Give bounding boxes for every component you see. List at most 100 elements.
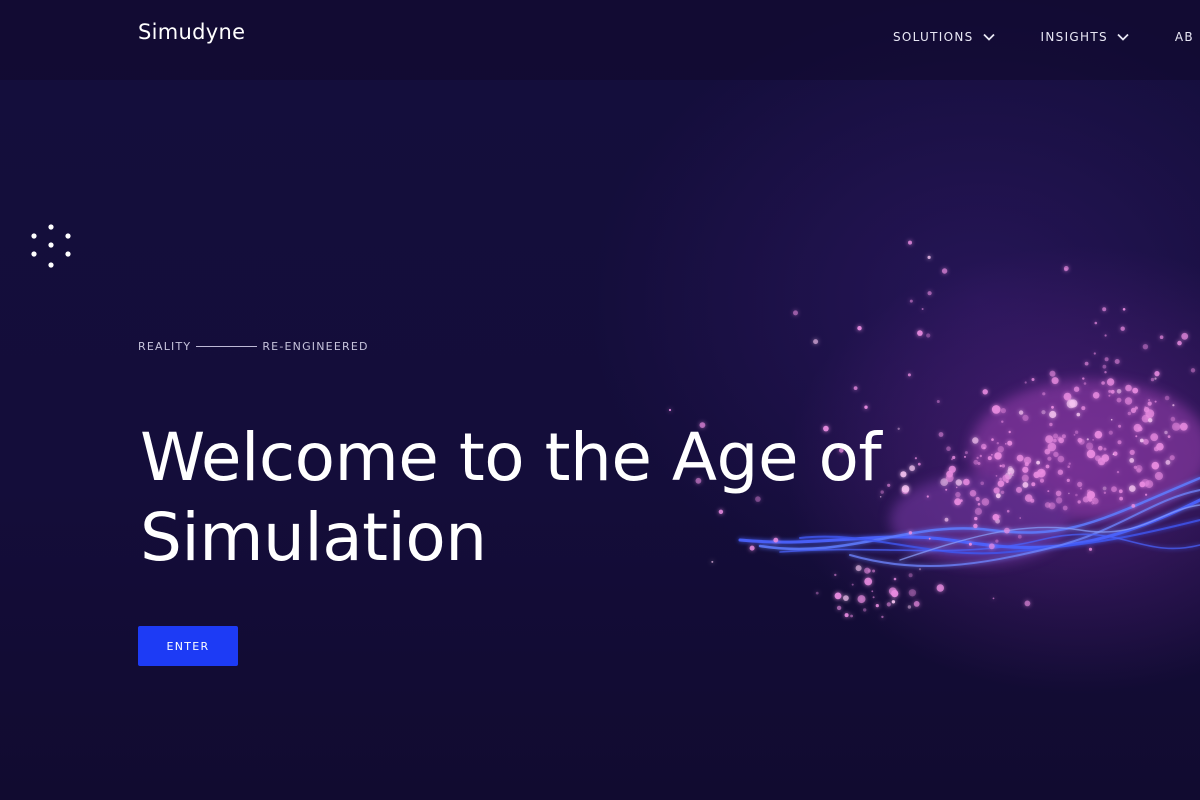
particle-dot bbox=[968, 542, 972, 546]
particle-dot bbox=[1082, 496, 1089, 503]
particle-dot bbox=[1145, 493, 1148, 496]
particle-dot bbox=[1044, 448, 1051, 455]
particle-dot bbox=[917, 330, 923, 336]
particle-dot bbox=[1018, 410, 1024, 415]
hero-tagline: REALITY RE-ENGINEERED bbox=[138, 340, 369, 353]
particle-dot bbox=[1131, 504, 1136, 508]
particle-dot bbox=[1000, 490, 1005, 494]
particle-dot bbox=[991, 438, 994, 441]
particle-dot bbox=[909, 299, 913, 303]
particle-dot bbox=[1088, 547, 1093, 551]
particle-dot bbox=[1017, 534, 1022, 539]
nav-item-solutions[interactable]: SOLUTIONS bbox=[893, 30, 995, 44]
particle-dot bbox=[1093, 352, 1096, 355]
particle-dot bbox=[1154, 400, 1157, 403]
particle-dot bbox=[1042, 392, 1046, 396]
particle-dot bbox=[1116, 470, 1120, 474]
particle-dot bbox=[1150, 377, 1155, 382]
particle-dot bbox=[1002, 474, 1010, 482]
particle-dot bbox=[1055, 497, 1063, 504]
particle-dot bbox=[893, 577, 897, 581]
particle-dot bbox=[908, 240, 912, 245]
particle-dot bbox=[976, 456, 979, 460]
particle-dot bbox=[1092, 392, 1100, 399]
particle-dot bbox=[1122, 308, 1126, 311]
particle-dot bbox=[1101, 381, 1105, 385]
particle-dot bbox=[1084, 361, 1089, 366]
particle-dot bbox=[1179, 422, 1188, 431]
particle-dot bbox=[1129, 458, 1135, 463]
tagline-right: RE-ENGINEERED bbox=[262, 340, 369, 353]
particle-dot bbox=[964, 451, 968, 455]
particle-dot bbox=[1116, 389, 1122, 394]
particle-dot bbox=[1053, 433, 1059, 439]
particle-dot bbox=[908, 589, 917, 597]
particle-dot bbox=[1066, 399, 1076, 409]
particle-dot bbox=[793, 310, 798, 316]
nav-item-about[interactable]: AB bbox=[1175, 30, 1194, 44]
particle-dot bbox=[1053, 438, 1057, 443]
particle-dot bbox=[1001, 464, 1006, 468]
particle-dot bbox=[1004, 527, 1010, 534]
particle-dot bbox=[1172, 422, 1181, 431]
particle-dot bbox=[836, 605, 842, 611]
particle-dot bbox=[1169, 455, 1175, 461]
particle-dot bbox=[815, 591, 819, 595]
particle-dot bbox=[1041, 410, 1046, 415]
particle-dot bbox=[1148, 418, 1153, 423]
particle-dot bbox=[1143, 407, 1150, 413]
particle-dot bbox=[1118, 489, 1123, 494]
particle-dot bbox=[1063, 266, 1069, 271]
particle-dot bbox=[1048, 502, 1056, 510]
nav-item-insights[interactable]: INSIGHTS bbox=[1041, 30, 1129, 44]
particle-dot bbox=[972, 437, 979, 444]
particle-dot bbox=[1016, 454, 1024, 462]
dots-circle-icon[interactable] bbox=[29, 223, 73, 269]
particle-dot bbox=[872, 596, 875, 599]
particle-dot bbox=[1024, 381, 1027, 384]
particle-dot bbox=[1051, 377, 1059, 385]
particle-dot bbox=[1103, 447, 1107, 451]
particle-dot bbox=[1190, 368, 1196, 373]
particle-dot bbox=[992, 514, 1000, 521]
particle-dot bbox=[991, 405, 1001, 414]
enter-button[interactable]: ENTER bbox=[138, 626, 238, 666]
tagline-left: REALITY bbox=[138, 340, 192, 353]
particle-dot bbox=[1148, 399, 1151, 401]
particle-dot bbox=[1080, 487, 1082, 490]
particle-dot bbox=[1074, 430, 1079, 434]
particle-dot bbox=[1006, 509, 1010, 513]
particle-dot bbox=[988, 543, 995, 550]
particle-dot bbox=[1108, 394, 1111, 397]
particle-dot bbox=[1135, 465, 1143, 472]
particle-dot bbox=[1019, 517, 1021, 519]
particle-dot bbox=[668, 408, 672, 412]
particle-dot bbox=[1031, 378, 1035, 381]
particle-dot bbox=[1139, 481, 1146, 488]
particle-dot bbox=[1130, 407, 1137, 413]
particle-dot bbox=[1031, 482, 1036, 487]
particle-dot bbox=[1106, 378, 1115, 386]
particle-dot bbox=[1108, 389, 1112, 393]
top-navigation-bar: Simudyne SOLUTIONS INSIGHTS AB bbox=[0, 0, 1200, 80]
particle-dot bbox=[1110, 418, 1113, 421]
particle-dot bbox=[974, 516, 978, 521]
simudyne-logo[interactable]: Simudyne bbox=[138, 20, 245, 44]
particle-dot bbox=[1133, 423, 1142, 432]
particle-dot bbox=[1007, 466, 1013, 471]
particle-dot bbox=[1104, 371, 1107, 374]
particle-dot bbox=[1165, 460, 1171, 465]
particle-dot bbox=[1049, 410, 1057, 419]
particle-dot bbox=[1083, 382, 1087, 385]
particle-dot bbox=[1172, 404, 1175, 407]
particle-dot bbox=[1036, 471, 1038, 474]
particle-dot bbox=[1045, 464, 1050, 469]
main-nav: SOLUTIONS INSIGHTS AB bbox=[893, 30, 1200, 44]
particle-dot bbox=[926, 333, 931, 338]
particle-dot bbox=[1086, 449, 1096, 459]
particle-dot bbox=[850, 614, 853, 618]
particle-dot bbox=[1104, 357, 1109, 362]
particle-dot bbox=[982, 389, 988, 395]
particle-dot bbox=[936, 584, 944, 592]
particle-dot bbox=[881, 615, 884, 619]
